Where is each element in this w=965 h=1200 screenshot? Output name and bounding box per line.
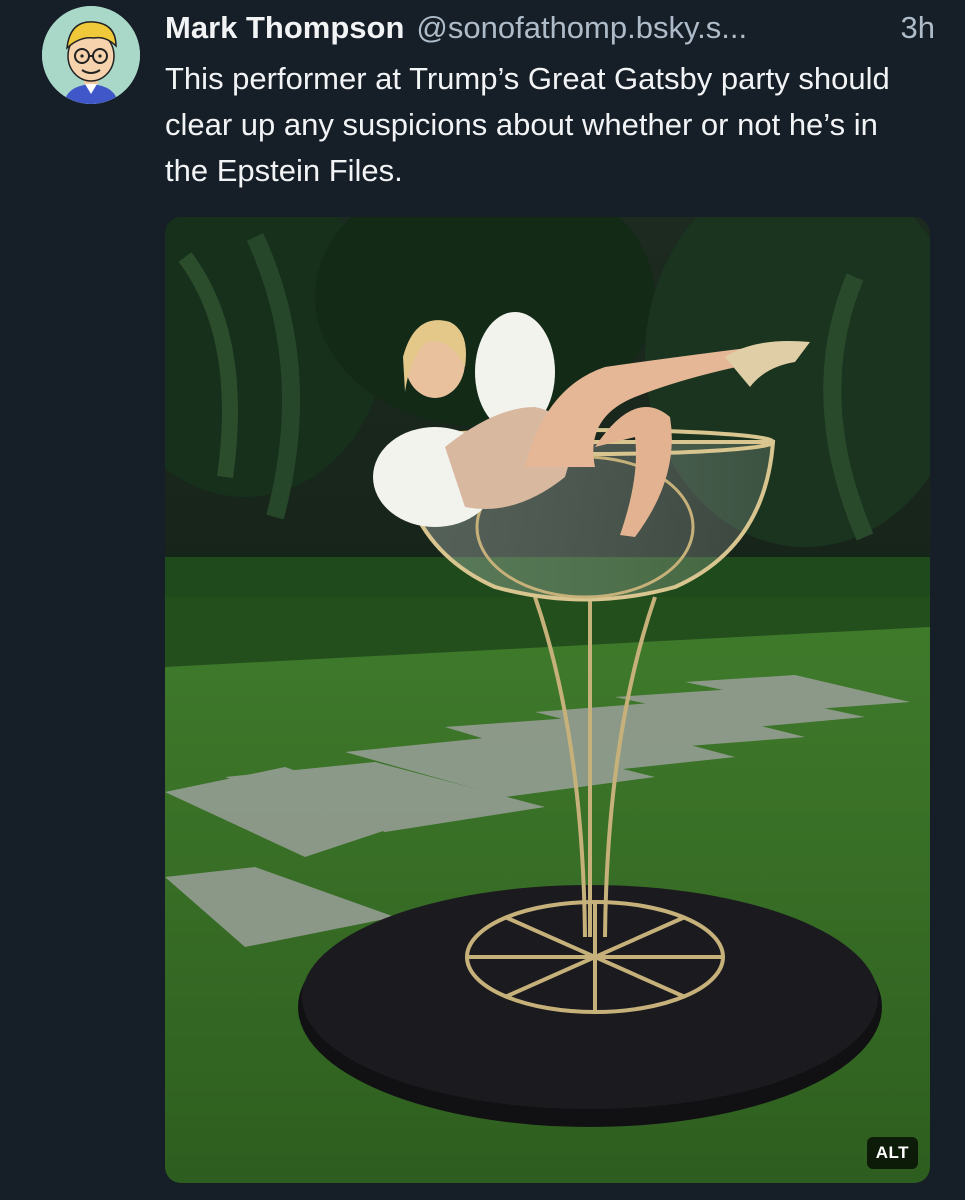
post-image[interactable]: ALT — [165, 217, 930, 1183]
post: Mark Thompson @sonofathomp.bsky.s... 3h … — [0, 0, 965, 1200]
post-header: Mark Thompson @sonofathomp.bsky.s... 3h — [165, 6, 935, 50]
party-photo-image — [165, 217, 930, 1183]
author-handle[interactable]: @sonofathomp.bsky.s... — [416, 6, 747, 50]
post-timestamp[interactable]: 3h — [887, 6, 935, 50]
cartoon-man-avatar-icon — [42, 6, 140, 104]
author-avatar[interactable] — [42, 6, 140, 104]
alt-text-badge[interactable]: ALT — [866, 1137, 918, 1169]
post-text: This performer at Trump’s Great Gatsby p… — [165, 61, 890, 188]
author-display-name[interactable]: Mark Thompson — [165, 6, 404, 50]
